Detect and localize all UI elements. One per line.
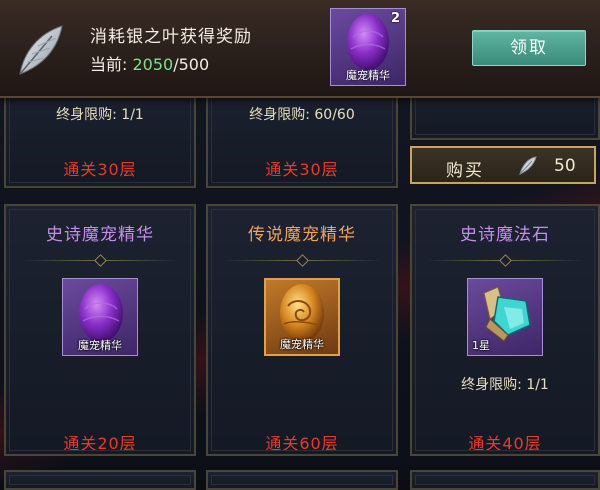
item-slot[interactable]: 魔宠精华	[62, 278, 138, 356]
card-title: 传说魔宠精华	[248, 225, 356, 245]
card-title: 史诗魔法石	[460, 225, 550, 245]
divider	[20, 254, 180, 267]
shop-card-bottom-2	[206, 470, 398, 490]
buy-button[interactable]: 购买 50	[410, 146, 596, 184]
purchase-limit: 终身限购: 1/1	[56, 107, 144, 123]
item-label: 魔宠精华	[280, 338, 324, 351]
silver-feather-icon	[14, 22, 68, 80]
shop-card-bottom-1	[4, 470, 196, 490]
item-count: 2	[390, 11, 400, 26]
item-slot[interactable]: 1星	[467, 278, 543, 356]
divider	[222, 254, 382, 267]
banner-progress: 当前: 2050/500	[90, 51, 209, 75]
shop-card-bottom-3	[410, 470, 600, 490]
unlock-requirement: 通关60层	[265, 434, 339, 453]
banner-title: 消耗银之叶获得奖励	[90, 27, 252, 47]
progress-current: 2050	[132, 55, 174, 74]
progress-label: 当前:	[90, 55, 128, 74]
unlock-requirement: 通关20层	[63, 434, 137, 453]
item-label: 魔宠精华	[78, 339, 122, 352]
purchase-limit: 终身限购: 60/60	[249, 107, 355, 123]
unlock-requirement: 通关30层	[265, 160, 339, 179]
reward-banner: 消耗银之叶获得奖励 当前: 2050/500 2 魔宠精华 领取	[0, 0, 600, 98]
shop-card-epic-magic-stone[interactable]: 史诗魔法石 1星 终身限购: 1/1 通关40层	[410, 204, 600, 456]
claim-button[interactable]: 领取	[472, 30, 586, 66]
unlock-requirement: 通关40层	[468, 434, 542, 453]
divider	[426, 254, 584, 267]
item-label: 1星	[472, 339, 490, 352]
buy-price: 50	[554, 156, 576, 176]
progress-total: /500	[173, 55, 210, 74]
silver-feather-icon	[517, 154, 539, 178]
item-label: 魔宠精华	[346, 69, 390, 82]
buy-button-label: 购买	[446, 161, 484, 181]
reward-item-slot[interactable]: 2 魔宠精华	[330, 8, 406, 86]
card-title: 史诗魔宠精华	[46, 225, 154, 245]
purchase-limit: 终身限购: 1/1	[461, 377, 549, 393]
shop-card-epic-pet-essence[interactable]: 史诗魔宠精华 魔宠精华 通关20层	[4, 204, 196, 456]
shop-card-legend-pet-essence[interactable]: 传说魔宠精华 魔宠精华 通关60层	[206, 204, 398, 456]
unlock-requirement: 通关30层	[63, 160, 137, 179]
item-slot[interactable]: 魔宠精华	[264, 278, 340, 356]
